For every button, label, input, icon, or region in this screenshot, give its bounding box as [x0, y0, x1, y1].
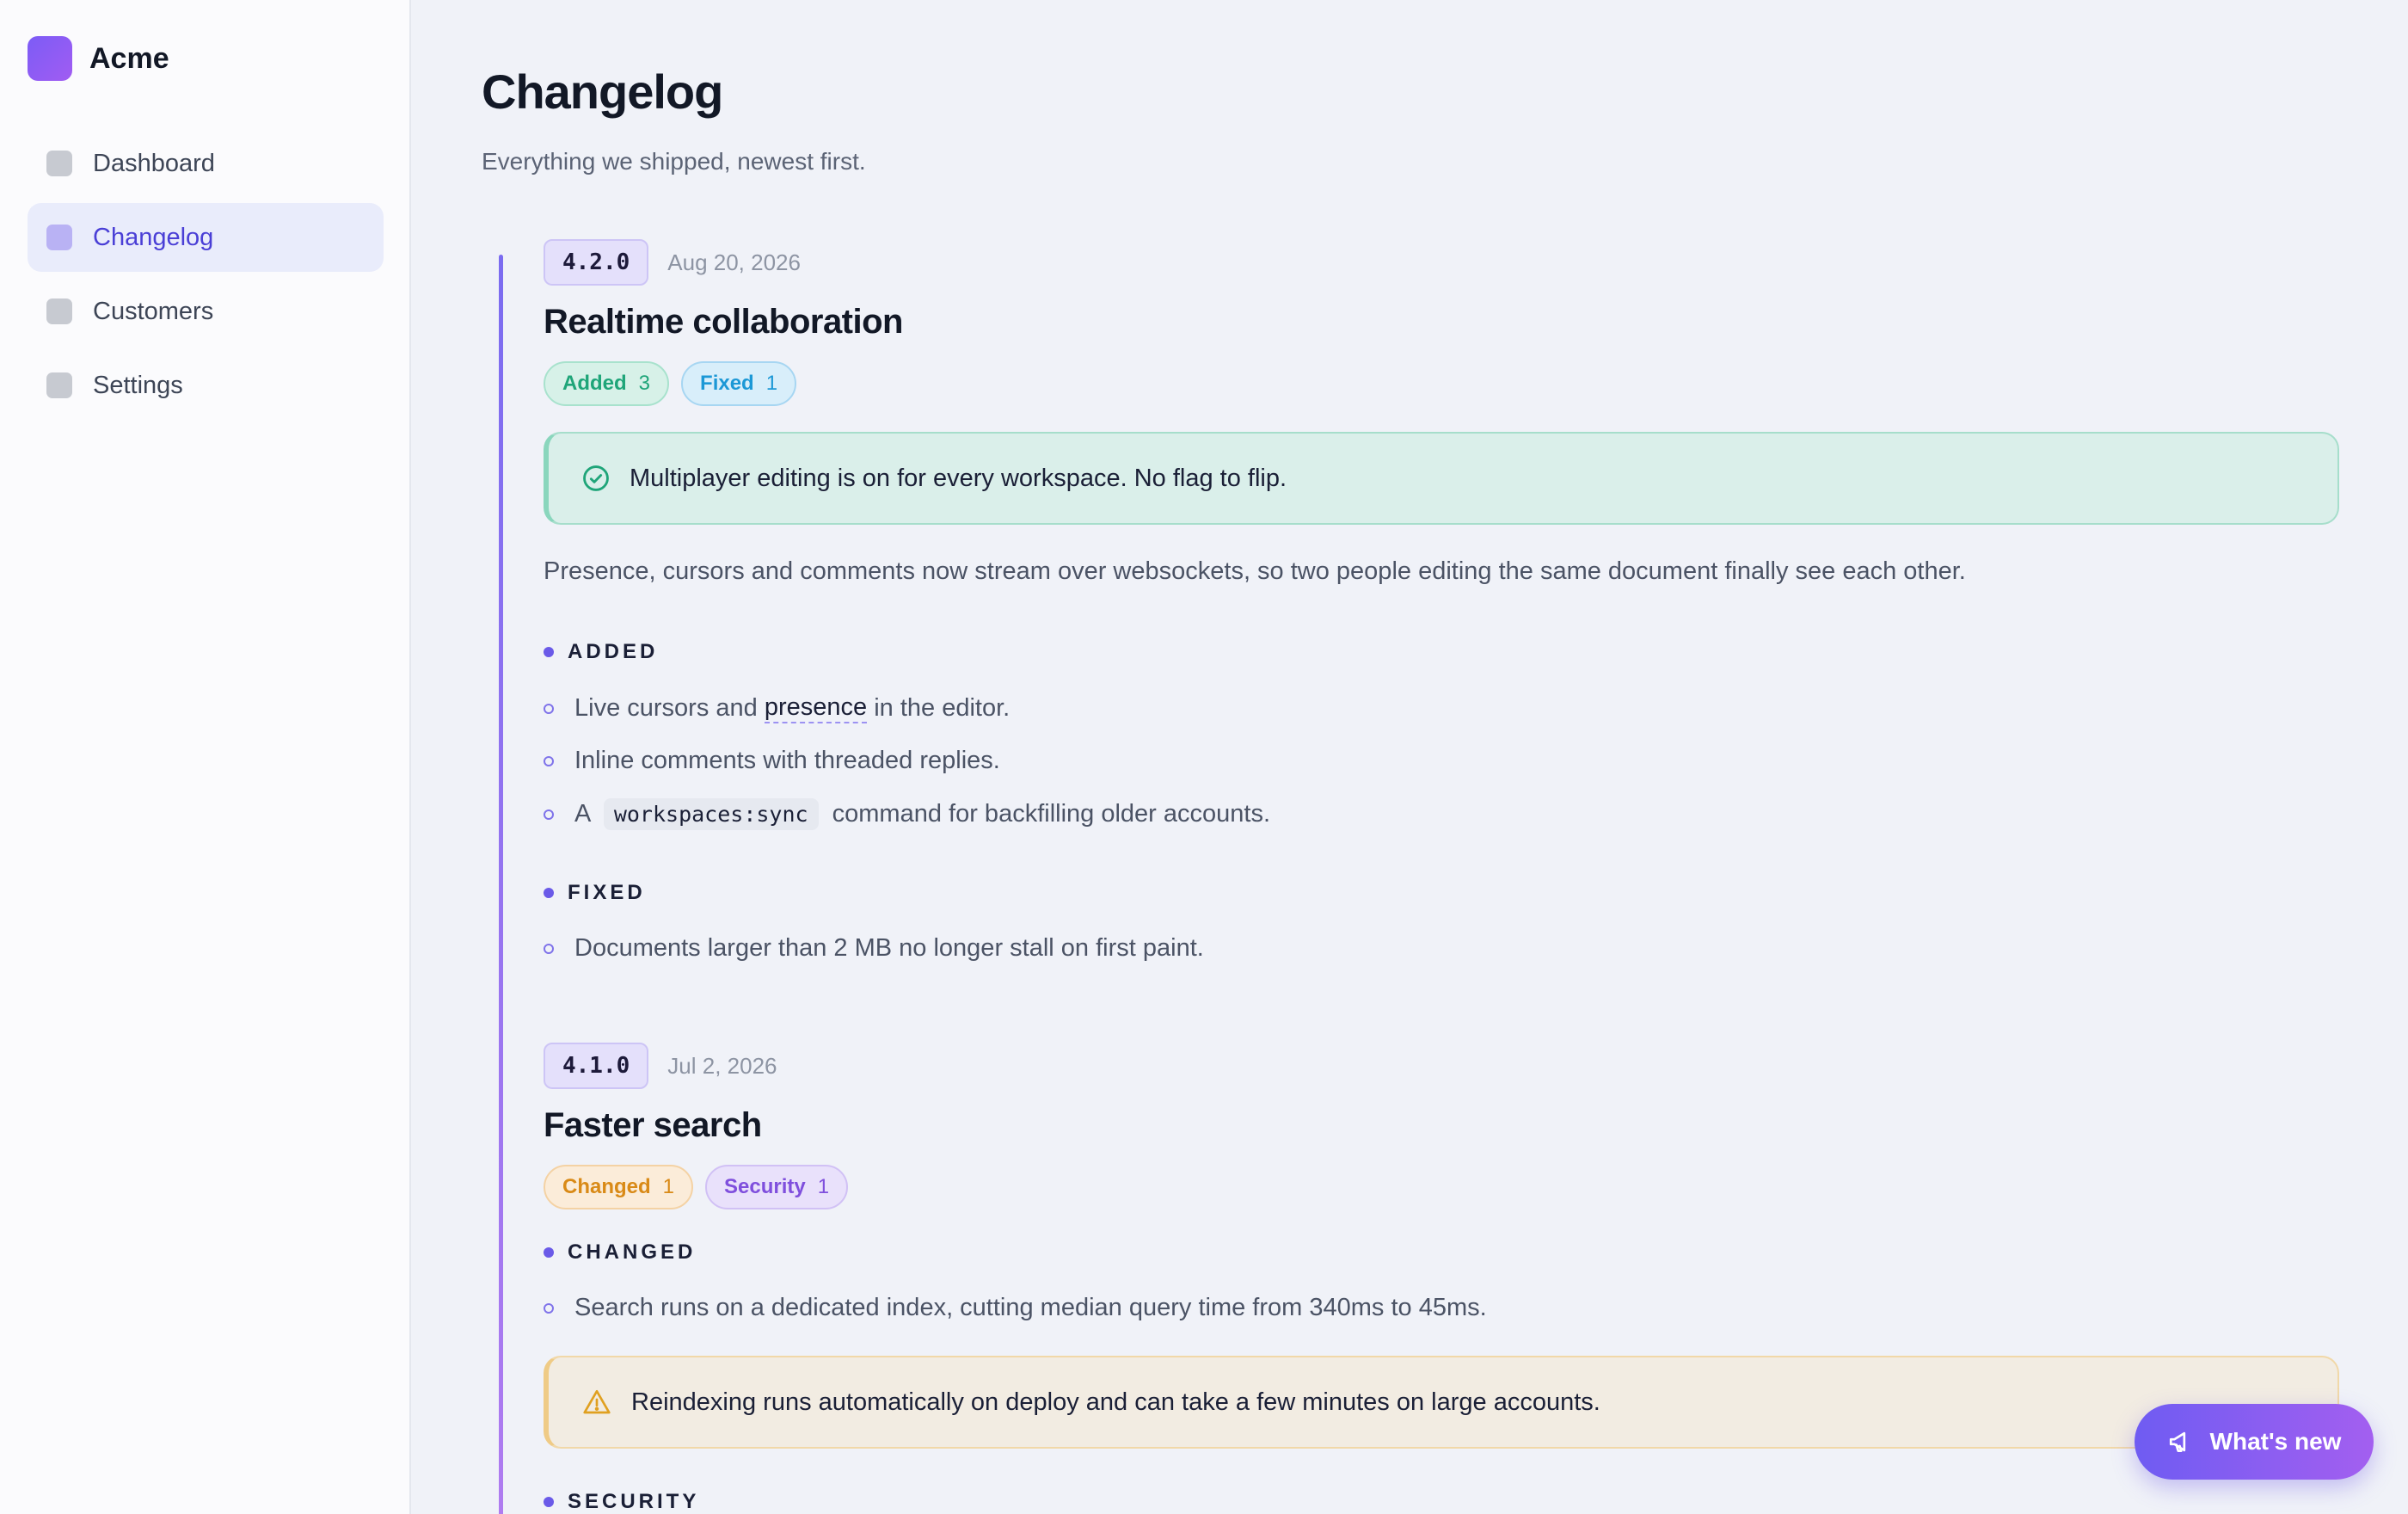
bullet-ring — [544, 703, 554, 714]
list-item: Inline comments with threaded replies. — [544, 747, 1000, 775]
chip-count: 3 — [638, 372, 651, 395]
changelog-icon — [46, 225, 72, 250]
item-text-pre: A — [574, 800, 597, 828]
sidebar: Acme Dashboard Changelog Customers Setti… — [0, 0, 411, 1514]
release-chips: Changed 1 Security 1 — [544, 1165, 860, 1209]
sidebar-item-changelog[interactable]: Changelog — [28, 203, 384, 272]
item-text: Inline comments with threaded replies. — [574, 747, 1000, 774]
version-badge[interactable]: 4.1.0 — [544, 1043, 649, 1089]
chip-fixed[interactable]: Fixed 1 — [681, 361, 797, 406]
item-text-post: command for backfilling older accounts. — [825, 800, 1271, 828]
brand-name: Acme — [89, 41, 169, 75]
bullet-ring — [544, 755, 554, 766]
bullet-ring — [544, 943, 554, 954]
sidebar-item-label: Changelog — [93, 223, 214, 251]
release-date: Jul 2, 2026 — [667, 1052, 777, 1079]
callout-text: Multiplayer editing is on for every work… — [630, 464, 1287, 492]
list-item: Documents larger than 2 MB no longer sta… — [544, 934, 1204, 963]
release-title: Realtime collaboration — [544, 303, 903, 341]
list-item: Live cursors and presence in the editor. — [544, 693, 1010, 723]
page-subtitle: Everything we shipped, newest first. — [482, 148, 866, 175]
section-heading-label: FIXED — [568, 881, 646, 904]
chip-label: Fixed — [700, 372, 754, 395]
chip-count: 1 — [662, 1175, 675, 1198]
sidebar-item-label: Settings — [93, 371, 183, 399]
sidebar-item-settings[interactable]: Settings — [28, 351, 384, 420]
chip-label: Added — [562, 372, 627, 395]
check-circle-icon — [583, 465, 609, 491]
bullet-dot — [544, 647, 554, 657]
release-meta: 4.2.0 Aug 20, 2026 — [544, 239, 801, 286]
list-item: Search runs on a dedicated index, cuttin… — [544, 1294, 1487, 1322]
success-callout: Multiplayer editing is on for every work… — [544, 432, 2339, 525]
item-text: Documents larger than 2 MB no longer sta… — [574, 934, 1204, 962]
section-heading-label: SECURITY — [568, 1490, 700, 1513]
customers-icon — [46, 298, 72, 324]
warning-triangle-icon — [583, 1389, 611, 1414]
brand[interactable]: Acme — [28, 36, 169, 81]
warning-callout: Reindexing runs automatically on deploy … — [544, 1356, 2339, 1449]
inline-code: workspaces:sync — [603, 798, 819, 830]
sidebar-item-dashboard[interactable]: Dashboard — [28, 129, 384, 198]
section-heading-added: ADDED — [544, 640, 658, 664]
section-heading-changed: CHANGED — [544, 1240, 696, 1265]
sidebar-item-label: Dashboard — [93, 149, 215, 177]
release-chips: Added 3 Fixed 1 — [544, 361, 808, 406]
section-heading-label: ADDED — [568, 640, 659, 663]
section-heading-security: SECURITY — [544, 1490, 699, 1514]
chip-label: Changed — [562, 1175, 651, 1198]
sidebar-item-label: Customers — [93, 297, 214, 325]
brand-logo-icon — [28, 36, 72, 81]
settings-icon — [46, 372, 72, 398]
release-title: Faster search — [544, 1106, 762, 1144]
list-item: A workspaces:sync command for backfillin… — [544, 798, 1270, 830]
item-text-pre: Live cursors and — [574, 694, 765, 722]
glossary-term[interactable]: presence — [764, 693, 868, 723]
whats-new-label: What's new — [2209, 1428, 2342, 1455]
bullet-dot — [544, 1247, 554, 1258]
chip-count: 1 — [765, 372, 778, 395]
bullet-ring — [544, 809, 554, 820]
chip-changed[interactable]: Changed 1 — [544, 1165, 694, 1209]
bullet-ring — [544, 1302, 554, 1314]
bullet-dot — [544, 888, 554, 898]
dashboard-icon — [46, 151, 72, 176]
callout-text: Reindexing runs automatically on deploy … — [631, 1388, 1600, 1416]
page-title: Changelog — [482, 65, 723, 119]
release-description: Presence, cursors and comments now strea… — [544, 557, 1966, 585]
item-text-post: in the editor. — [867, 694, 1010, 722]
section-heading-label: CHANGED — [568, 1240, 697, 1264]
sidebar-item-customers[interactable]: Customers — [28, 277, 384, 346]
timeline-rail — [499, 255, 503, 1514]
release-date: Aug 20, 2026 — [667, 249, 801, 275]
chip-label: Security — [724, 1175, 806, 1198]
chip-count: 1 — [817, 1175, 830, 1198]
chip-added[interactable]: Added 3 — [544, 361, 670, 406]
megaphone-icon — [2169, 1431, 2185, 1452]
item-text: Search runs on a dedicated index, cuttin… — [574, 1294, 1487, 1321]
bullet-dot — [544, 1497, 554, 1507]
sidebar-nav: Dashboard Changelog Customers Settings — [28, 129, 384, 425]
release-meta: 4.1.0 Jul 2, 2026 — [544, 1043, 777, 1089]
section-heading-fixed: FIXED — [544, 881, 646, 905]
whats-new-button[interactable]: What's new — [2135, 1404, 2374, 1480]
version-badge[interactable]: 4.2.0 — [544, 239, 649, 286]
chip-security[interactable]: Security 1 — [705, 1165, 849, 1209]
